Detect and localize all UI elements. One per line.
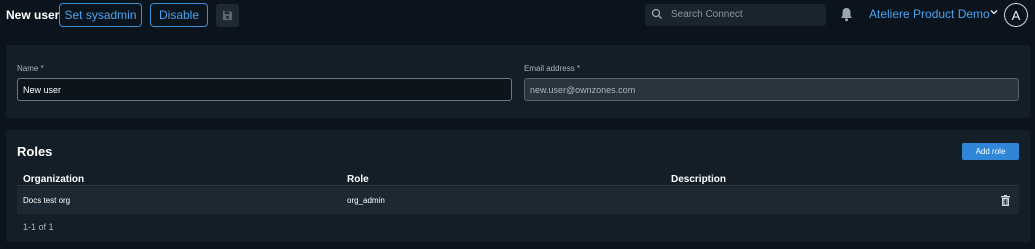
email-field[interactable]: new.user@ownzones.com xyxy=(524,78,1019,101)
column-header-role[interactable]: Role xyxy=(347,174,369,185)
name-label: Name * xyxy=(17,64,44,73)
roles-title: Roles xyxy=(17,144,53,159)
delete-icon[interactable] xyxy=(1001,195,1010,206)
table-header-divider xyxy=(17,185,1019,186)
column-header-organization[interactable]: Organization xyxy=(23,174,84,185)
table-row[interactable]: Docs test org org_admin xyxy=(17,187,1019,214)
set-sysadmin-button[interactable]: Set sysadmin xyxy=(59,3,142,27)
user-details-panel: Name * New user Email address * new.user… xyxy=(6,45,1030,118)
search-placeholder: Search Connect xyxy=(671,9,743,20)
page-title: New user xyxy=(6,8,60,22)
chevron-down-icon xyxy=(990,10,998,15)
bell-icon xyxy=(841,8,852,22)
add-role-button[interactable]: Add role xyxy=(962,143,1019,160)
search-icon xyxy=(651,8,662,19)
column-header-description[interactable]: Description xyxy=(671,174,726,185)
email-label: Email address * xyxy=(524,64,581,73)
roles-panel: Roles Add role Organization Role Descrip… xyxy=(6,130,1030,242)
cell-role: org_admin xyxy=(347,196,385,205)
save-button[interactable] xyxy=(216,4,239,27)
cell-organization: Docs test org xyxy=(23,196,71,205)
notifications-button[interactable] xyxy=(840,7,853,27)
save-icon xyxy=(222,10,233,21)
search-input[interactable]: Search Connect xyxy=(645,4,826,26)
pagination-info: 1-1 of 1 xyxy=(23,222,54,232)
org-switcher[interactable]: Ateliere Product Demo xyxy=(869,7,998,21)
org-name: Ateliere Product Demo xyxy=(869,7,990,21)
name-field[interactable]: New user xyxy=(17,78,512,101)
avatar[interactable]: A xyxy=(1004,3,1028,27)
top-bar: New user Set sysadmin Disable Search Con… xyxy=(0,0,1035,31)
disable-button[interactable]: Disable xyxy=(150,3,208,27)
